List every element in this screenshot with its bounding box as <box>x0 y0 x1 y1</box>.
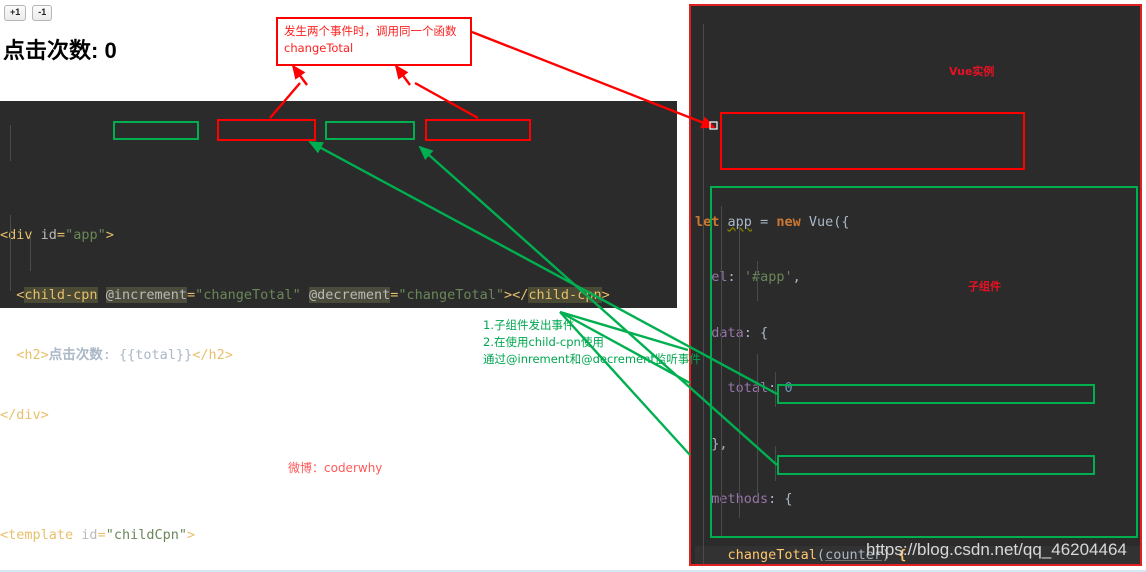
code-line: <div id="app"> <box>0 227 114 243</box>
weibo-credit: 微博：coderwhy <box>288 461 383 475</box>
vue-instance-label: Vue实例 <box>949 65 995 78</box>
top-annotation-note: 发生两个事件时，调用同一个函数 changeTotal <box>276 17 472 66</box>
code-line: }, <box>711 435 728 452</box>
code-line: </div> <box>0 407 49 423</box>
arrow-note-to-changetotal-1 <box>291 64 308 86</box>
code-line: methods: { <box>711 491 793 507</box>
code-line: total: 0 <box>727 380 793 396</box>
note-line-2: changeTotal <box>284 41 354 55</box>
click-count-text: 点击次数: 0 <box>3 38 117 63</box>
code-line: <child-cpn @increment="changeTotal" @dec… <box>16 287 610 303</box>
code-line: data: { <box>711 324 769 341</box>
code-line: let app = new Vue({ <box>695 213 850 230</box>
code-line: el: '#app', <box>711 269 801 285</box>
decrement-button[interactable]: -1 <box>32 5 53 21</box>
screenshot-root: +1 -1 点击次数: 0 <div id="app"> <child-cpn … <box>0 0 1146 572</box>
code-line: <template id="childCpn"> <box>0 527 196 543</box>
arrow-note-to-changetotal-2 <box>394 64 411 86</box>
vue-instance-code-block: let app = new Vue({ el: '#app', data: { … <box>689 4 1142 566</box>
green-note-line-3: 通过@inrement和@decrement监听事件 <box>483 352 701 366</box>
green-note-line-1: 1.子组件发出事件 <box>483 318 575 332</box>
html-template-code-block: <div id="app"> <child-cpn @increment="ch… <box>0 101 677 543</box>
preview-button-row: +1 -1 <box>4 5 53 21</box>
child-component-label: 子组件 <box>968 280 1001 293</box>
note-line-1: 发生两个事件时，调用同一个函数 <box>284 24 457 38</box>
green-note-line-2: 2.在使用child-cpn使用 <box>483 335 604 349</box>
csdn-watermark: https://blog.csdn.net/qq_46204464 <box>866 540 1127 559</box>
increment-button[interactable]: +1 <box>4 5 27 21</box>
